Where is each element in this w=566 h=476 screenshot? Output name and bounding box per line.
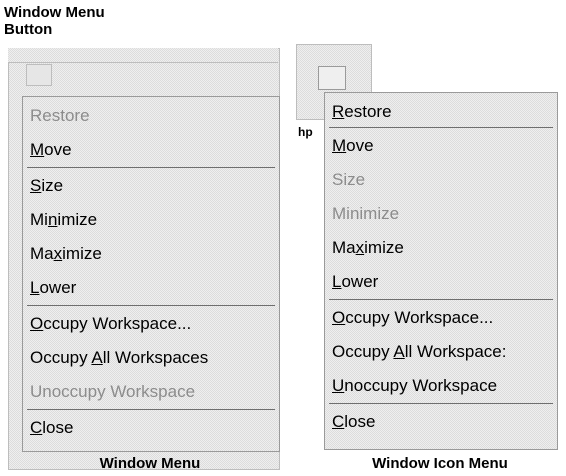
menu-item-move[interactable]: Move (23, 133, 279, 167)
menu-item-maximize[interactable]: Maximize (23, 237, 279, 271)
menu-separator (27, 305, 275, 306)
menu-item-unoccupy-workspace: Unoccupy Workspace (30, 382, 196, 401)
application-icon (318, 66, 346, 90)
window-menu-button-callout: Window Menu Button (4, 4, 105, 38)
menu-separator (27, 167, 275, 168)
icon-menu-item-close[interactable]: Close (325, 405, 557, 439)
icon-menu-item-size: Size (332, 170, 366, 189)
menu-item-occupy-workspace[interactable]: Occupy Workspace... (23, 307, 279, 341)
icon-menu-item-unoccupy-workspace[interactable]: Unoccupy Workspace (325, 369, 557, 403)
window-menu: Restore Move Size Minimize Maximize Lowe… (22, 96, 280, 452)
window-icon-menu-caption: Window Icon Menu (372, 455, 508, 472)
menu-separator (329, 127, 553, 128)
menu-item-size[interactable]: Size (23, 169, 279, 203)
icon-menu-item-occupy-all-workspaces[interactable]: Occupy All Workspace: (325, 335, 557, 369)
window-icon-menu: Restore Move Size Minimize Maximize Lowe… (324, 92, 558, 450)
icon-menu-item-lower[interactable]: Lower (325, 265, 557, 299)
menu-item-occupy-all-workspaces[interactable]: Occupy All Workspaces (23, 341, 279, 375)
icon-menu-item-minimize: Minimize (332, 204, 400, 223)
window-title-bar (8, 48, 278, 63)
icon-menu-item-move[interactable]: Move (325, 129, 557, 163)
menu-item-minimize[interactable]: Minimize (23, 203, 279, 237)
icon-menu-item-maximize[interactable]: Maximize (325, 231, 557, 265)
window-menu-caption: Window Menu (99, 455, 201, 472)
menu-item-close[interactable]: Close (23, 411, 279, 445)
menu-separator (329, 299, 553, 300)
menu-item-restore: Restore (30, 106, 90, 125)
icon-menu-item-restore[interactable]: Restore (325, 95, 557, 129)
menu-separator (329, 403, 553, 404)
menu-separator (27, 409, 275, 410)
menu-item-lower[interactable]: Lower (23, 271, 279, 305)
window-menu-button[interactable] (26, 64, 52, 86)
icon-menu-item-occupy-workspace[interactable]: Occupy Workspace... (325, 301, 557, 335)
